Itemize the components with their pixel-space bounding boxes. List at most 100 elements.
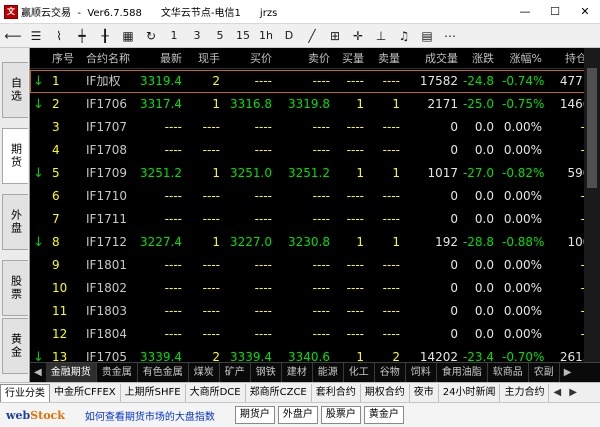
tab-foreign[interactable]: 外盘 [2, 194, 28, 250]
tab-stocks[interactable]: 股票 [2, 260, 28, 316]
table-row[interactable]: 12 IF1804 ---- ---- ---- ---- ---- ---- 0 0.0 0.00… [30, 323, 600, 346]
cell-last: 3319.4 [140, 74, 182, 88]
back-arrow-icon[interactable]: ⟵ [2, 25, 24, 47]
category-tab[interactable]: 农副 [529, 363, 560, 382]
refresh-icon[interactable]: ↻ [140, 25, 162, 47]
tab-gold[interactable]: 黄金 [2, 318, 28, 374]
col-header-turnover[interactable]: 成交量 [410, 48, 458, 69]
table-row[interactable]: 11 IF1803 ---- ---- ---- ---- ---- ---- 0 0.0 0.00… [30, 300, 600, 323]
quote-list-icon[interactable]: ☰ [25, 25, 47, 47]
exchange-tab[interactable]: 上期所SHFE [121, 383, 186, 402]
table-row[interactable]: ↓ 8 IF1712 3227.4 1 3227.0 3230.8 1 1 192 -28.8 -0.… [30, 231, 600, 254]
category-tab[interactable]: 金融期货 [45, 363, 97, 382]
kline-icon[interactable]: ┿ [71, 25, 93, 47]
col-header-change[interactable]: 涨跌 [462, 48, 494, 69]
minute-chart-icon[interactable]: ⌇ [48, 25, 70, 47]
table-row[interactable]: 6 IF1710 ---- ---- ---- ---- ---- ---- 0 0.0 0.00%… [30, 185, 600, 208]
cell-bq: ---- [346, 143, 364, 157]
table-row[interactable]: 4 IF1708 ---- ---- ---- ---- ---- ---- 0 0.0 0.00%… [30, 139, 600, 162]
grid-icon[interactable]: ▤ [416, 25, 438, 47]
table-row[interactable]: ↓ 2 IF1706 3317.4 1 3316.8 3319.8 1 1 2171 -25.0 -0… [30, 93, 600, 116]
table-row[interactable]: ↓ 1 IF加权 3319.4 2 ---- ---- ---- ---- 17582 -24.8-… [30, 70, 600, 93]
category-tab[interactable]: 煤炭 [189, 363, 220, 382]
table-row[interactable]: ↓ 5 IF1709 3251.2 1 3251.0 3251.2 1 1 1017 -27.0 -0… [30, 162, 600, 185]
cell-chg: -25.0 [462, 97, 494, 111]
category-tab[interactable]: 软商品 [488, 363, 529, 382]
exchange-tab[interactable]: 行业分类 [0, 383, 50, 402]
cell-vol: 2 [212, 74, 220, 88]
exchange-tab[interactable]: 期权合约 [361, 383, 410, 402]
col-header-ask[interactable]: 卖价 [284, 48, 330, 69]
col-header-bid[interactable]: 买价 [228, 48, 272, 69]
close-button[interactable]: ✕ [570, 0, 600, 24]
exchange-next-arrow-icon[interactable]: ▶ [565, 384, 581, 402]
col-header-volume[interactable]: 现手 [190, 48, 220, 69]
table-row[interactable]: 3 IF1707 ---- ---- ---- ---- ---- ---- 0 0.0 0.00%… [30, 116, 600, 139]
cell-bid: ---- [254, 212, 272, 226]
minimize-button[interactable]: — [510, 0, 540, 24]
exchange-tab[interactable]: 郑商所CZCE [246, 383, 312, 402]
col-header-bid-qty[interactable]: 买量 [334, 48, 364, 69]
draw-line-icon[interactable]: ╱ [301, 25, 323, 47]
exchange-tab[interactable]: 主力合约 [500, 383, 550, 402]
cell-bid: 3227.0 [230, 235, 272, 249]
cell-ask: ---- [312, 281, 330, 295]
cell-aq: 1 [392, 166, 400, 180]
futures-account-button[interactable]: 期货户 [234, 406, 275, 424]
exchange-tab[interactable]: 大商所DCE [186, 383, 246, 402]
foreign-account-button[interactable]: 外盘户 [277, 406, 318, 424]
exchange-tab[interactable]: 套利合约 [312, 383, 361, 402]
exchange-prev-arrow-icon[interactable]: ◀ [549, 384, 565, 402]
table-row[interactable]: 9 IF1801 ---- ---- ---- ---- ---- ---- 0 0.0 0.00%… [30, 254, 600, 277]
more-icon[interactable]: ⋯ [439, 25, 461, 47]
category-tab[interactable]: 化工 [344, 363, 375, 382]
layout-icon[interactable]: ▦ [117, 25, 139, 47]
cell-vol: ---- [202, 143, 220, 157]
category-tab[interactable]: 有色金属 [138, 363, 189, 382]
period-1-button[interactable]: 1 [163, 25, 185, 47]
crosshair-icon[interactable]: ✛ [347, 25, 369, 47]
exchange-tab[interactable]: 夜市 [410, 383, 439, 402]
col-header-ask-qty[interactable]: 卖量 [370, 48, 400, 69]
col-header-no[interactable]: 序号 [52, 48, 76, 69]
cell-chg: 0.0 [474, 189, 494, 203]
bell-icon[interactable]: ♫ [393, 25, 415, 47]
pin-icon[interactable]: ⊥ [370, 25, 392, 47]
tab-favorites[interactable]: 自选 [2, 62, 28, 118]
help-tip-link[interactable]: 如何查看期货市场的大盘指数 [85, 408, 215, 423]
maximize-button[interactable]: ☐ [540, 0, 570, 24]
gold-account-button[interactable]: 黄金户 [363, 406, 404, 424]
indicator-icon[interactable]: ⊞ [324, 25, 346, 47]
exchange-tab[interactable]: 中金所CFFEX [50, 383, 121, 402]
scrollbar-thumb[interactable] [587, 68, 597, 188]
col-header-pct[interactable]: 涨幅% [502, 48, 542, 69]
period-5-button[interactable]: 5 [209, 25, 231, 47]
category-tab[interactable]: 矿产 [220, 363, 251, 382]
category-tab[interactable]: 贵金属 [97, 363, 138, 382]
category-tab[interactable]: 钢铁 [251, 363, 282, 382]
category-tab[interactable]: 能源 [313, 363, 344, 382]
table-row[interactable]: 10 IF1802 ---- ---- ---- ---- ---- ---- 0 0.0 0.00… [30, 277, 600, 300]
cell-bid: 3316.8 [230, 97, 272, 111]
period-15-button[interactable]: 15 [232, 25, 254, 47]
category-tab[interactable]: 食用油脂 [437, 363, 488, 382]
period-3-button[interactable]: 3 [186, 25, 208, 47]
period-1h-button[interactable]: 1h [255, 25, 277, 47]
vertical-scrollbar[interactable] [584, 48, 600, 364]
category-tab[interactable]: 建材 [282, 363, 313, 382]
tab-futures[interactable]: 期货 [2, 128, 28, 184]
category-tab[interactable]: 饲料 [406, 363, 437, 382]
stock-account-button[interactable]: 股票户 [320, 406, 361, 424]
exchange-tab[interactable]: 24小时新闻 [439, 383, 501, 402]
candle-icon[interactable]: ╂ [94, 25, 116, 47]
category-prev-arrow-icon[interactable]: ◀ [30, 363, 46, 382]
cell-aq: ---- [382, 74, 400, 88]
col-header-last[interactable]: 最新 [134, 48, 182, 69]
period-day-button[interactable]: D [278, 25, 300, 47]
cell-last: ---- [164, 304, 182, 318]
cell-ask: ---- [312, 327, 330, 341]
cell-ask: ---- [312, 120, 330, 134]
category-next-arrow-icon[interactable]: ▶ [560, 363, 576, 382]
category-tab[interactable]: 谷物 [375, 363, 406, 382]
table-row[interactable]: 7 IF1711 ---- ---- ---- ---- ---- ---- 0 0.0 0.00%… [30, 208, 600, 231]
